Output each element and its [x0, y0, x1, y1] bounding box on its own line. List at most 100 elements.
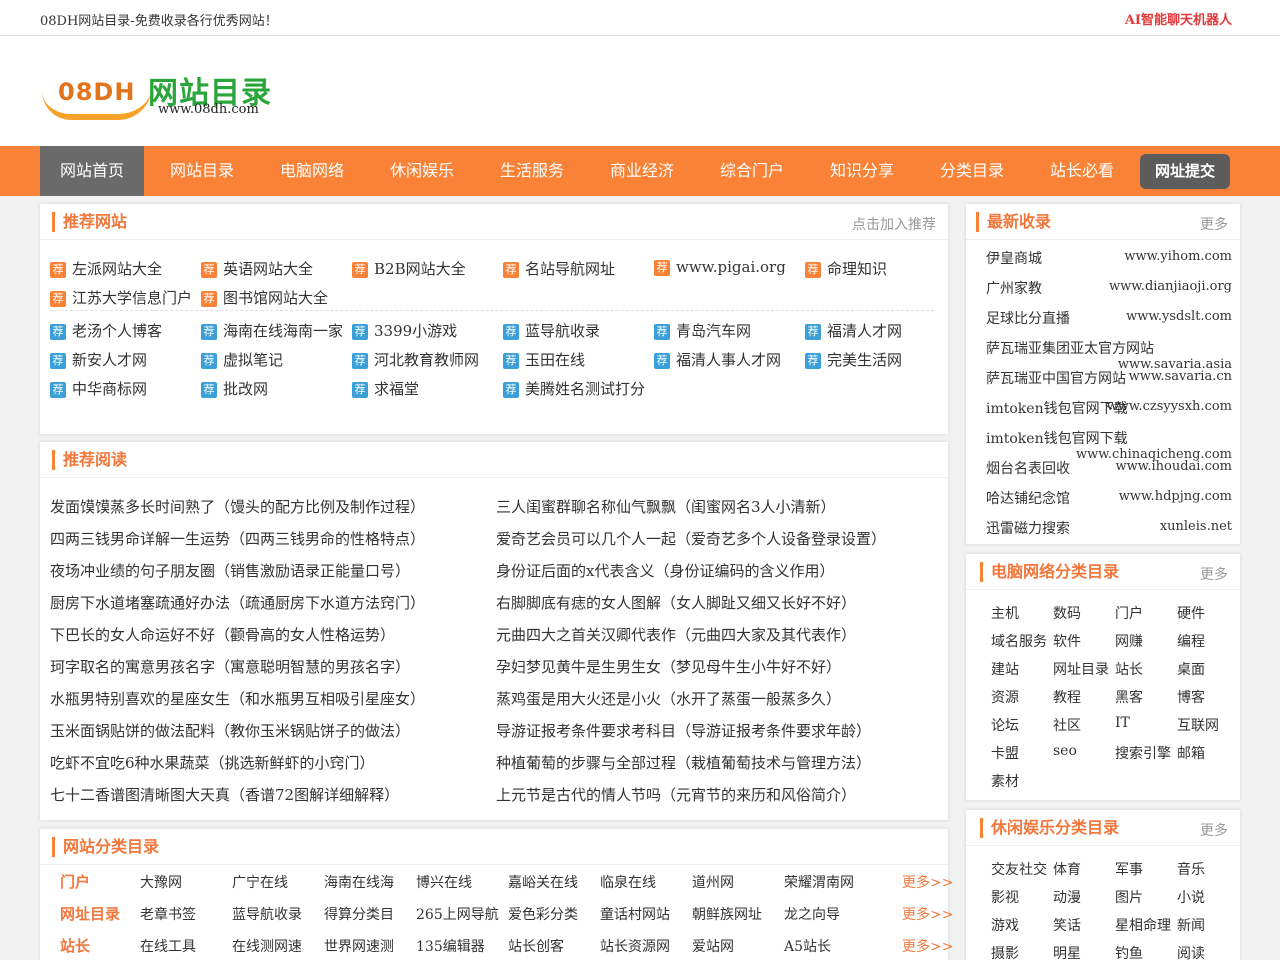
category-site-link[interactable]: 在线测网速: [232, 936, 302, 956]
latest-site-url[interactable]: www.yihom.com: [1124, 249, 1232, 264]
article-link[interactable]: 三人闺蜜群聊名称仙气飘飘（闺蜜网名3人小清新）: [496, 496, 836, 517]
article-link[interactable]: 孕妇梦见黄牛是生男生女（梦见母牛生小牛好不好）: [496, 656, 841, 677]
category-site-link[interactable]: 135编辑器: [416, 936, 485, 956]
category-more-link[interactable]: 更多>>: [902, 936, 953, 956]
computer-category-link[interactable]: 博客: [1177, 687, 1205, 707]
recommended-site-link[interactable]: 荐福清人事人才网: [654, 349, 781, 370]
computer-category-link[interactable]: 邮箱: [1177, 743, 1205, 763]
leisure-category-link[interactable]: 游戏: [991, 915, 1019, 935]
leisure-category-link[interactable]: 阅读: [1177, 943, 1205, 960]
nav-item-directory[interactable]: 网站目录: [150, 146, 254, 196]
computer-category-link[interactable]: 网赚: [1115, 631, 1143, 651]
latest-site-name[interactable]: 迅雷磁力搜索: [986, 518, 1070, 538]
latest-site-url[interactable]: xunleis.net: [1160, 519, 1232, 534]
computer-category-link[interactable]: 域名服务: [991, 631, 1047, 651]
category-site-link[interactable]: 蓝导航收录: [232, 904, 302, 924]
latest-site-url[interactable]: www.ihoudai.com: [1116, 459, 1233, 474]
leisure-category-link[interactable]: 图片: [1115, 887, 1143, 907]
computer-category-link[interactable]: 社区: [1053, 715, 1081, 735]
latest-site-url[interactable]: www.hdpjng.com: [1119, 489, 1232, 504]
ai-chatbot-link[interactable]: AI智能聊天机器人: [1125, 9, 1232, 28]
leisure-category-link[interactable]: 星相命理: [1115, 915, 1171, 935]
recommended-site-link[interactable]: 荐美腾姓名测试打分: [503, 378, 645, 399]
leisure-category-link[interactable]: 明星: [1053, 943, 1081, 960]
category-site-link[interactable]: 得算分类目: [324, 904, 394, 924]
computer-category-link[interactable]: 资源: [991, 687, 1019, 707]
computer-category-link[interactable]: 论坛: [991, 715, 1019, 735]
leisure-category-link[interactable]: 摄影: [991, 943, 1019, 960]
category-more-link[interactable]: 更多>>: [902, 872, 953, 892]
article-link[interactable]: 夜场冲业绩的句子朋友圈（销售激励语录正能量口号）: [50, 560, 410, 581]
latest-site-name[interactable]: 伊皇商城: [986, 248, 1042, 268]
computer-category-link[interactable]: 编程: [1177, 631, 1205, 651]
article-link[interactable]: 玉米面锅贴饼的做法配料（教你玉米锅贴饼子的做法）: [50, 720, 410, 741]
article-link[interactable]: 发面馍馍蒸多长时间熟了（馒头的配方比例及制作过程）: [50, 496, 425, 517]
computer-category-link[interactable]: 建站: [991, 659, 1019, 679]
computer-category-link[interactable]: 教程: [1053, 687, 1081, 707]
latest-site-url[interactable]: www.savaria.cn: [1129, 369, 1232, 384]
featured-site-link[interactable]: 荐 B2B网站大全: [352, 258, 466, 279]
computer-category-link[interactable]: 桌面: [1177, 659, 1205, 679]
article-link[interactable]: 珂字取名的寓意男孩名字（寓意聪明智慧的男孩名字）: [50, 656, 410, 677]
latest-site-name[interactable]: 广州家教: [986, 278, 1042, 298]
article-link[interactable]: 爱奇艺会员可以几个人一起（爱奇艺多个人设备登录设置）: [496, 528, 886, 549]
category-site-link[interactable]: 在线工具: [140, 936, 196, 956]
nav-item-home[interactable]: 网站首页: [40, 146, 144, 196]
latest-site-url[interactable]: www.ysdslt.com: [1126, 309, 1232, 324]
nav-item-portal[interactable]: 综合门户: [700, 146, 804, 196]
category-site-link[interactable]: 站长创客: [508, 936, 564, 956]
recommended-site-link[interactable]: 荐青岛汽车网: [654, 320, 751, 341]
featured-site-link[interactable]: 荐命理知识: [805, 258, 887, 279]
submit-site-button[interactable]: 网址提交: [1140, 154, 1230, 189]
nav-item-knowledge[interactable]: 知识分享: [810, 146, 914, 196]
recommended-site-link[interactable]: 荐老汤个人博客: [50, 320, 162, 341]
computer-category-link[interactable]: 卡盟: [991, 743, 1019, 763]
latest-site-name[interactable]: 足球比分直播: [986, 308, 1070, 328]
leisure-category-link[interactable]: 小说: [1177, 887, 1205, 907]
computer-category-link[interactable]: IT: [1115, 715, 1130, 731]
recommended-site-link[interactable]: 荐福清人才网: [805, 320, 902, 341]
recommended-site-link[interactable]: 荐虚拟笔记: [201, 349, 283, 370]
nav-item-computer[interactable]: 电脑网络: [260, 146, 364, 196]
featured-site-link[interactable]: 荐 www.pigai.org: [654, 258, 786, 276]
computer-category-link[interactable]: seo: [1053, 743, 1077, 759]
nav-item-categories[interactable]: 分类目录: [920, 146, 1024, 196]
recommended-site-link[interactable]: 荐 3399小游戏: [352, 320, 457, 341]
category-label[interactable]: 站长: [60, 935, 90, 956]
nav-item-life[interactable]: 生活服务: [480, 146, 584, 196]
category-site-link[interactable]: 龙之向导: [784, 904, 840, 924]
category-site-link[interactable]: 博兴在线: [416, 872, 472, 892]
computer-category-link[interactable]: 网址目录: [1053, 659, 1109, 679]
category-site-link[interactable]: 朝鲜族网址: [692, 904, 762, 924]
featured-site-link[interactable]: 荐江苏大学信息门户: [50, 287, 192, 308]
leisure-category-link[interactable]: 笑话: [1053, 915, 1081, 935]
leisure-category-link[interactable]: 交友社交: [991, 859, 1047, 879]
leisure-category-link[interactable]: 体育: [1053, 859, 1081, 879]
nav-item-business[interactable]: 商业经济: [590, 146, 694, 196]
recommended-site-link[interactable]: 荐玉田在线: [503, 349, 585, 370]
computer-category-link[interactable]: 主机: [991, 603, 1019, 623]
site-logo[interactable]: 08DH 网站目录 www.08dh.com: [40, 66, 280, 126]
category-site-link[interactable]: 海南在线海: [324, 872, 394, 892]
category-site-link[interactable]: 爱站网: [692, 936, 734, 956]
category-site-link[interactable]: 老章书签: [140, 904, 196, 924]
computer-category-link[interactable]: 门户: [1115, 603, 1143, 623]
article-link[interactable]: 导游证报考条件要求考科目（导游证报考条件要求年龄）: [496, 720, 871, 741]
featured-site-link[interactable]: 荐名站导航网址: [503, 258, 615, 279]
category-site-link[interactable]: 265上网导航: [416, 904, 499, 924]
featured-site-link[interactable]: 荐英语网站大全: [201, 258, 313, 279]
article-link[interactable]: 水瓶男特别喜欢的星座女生（和水瓶男互相吸引星座女）: [50, 688, 425, 709]
category-site-link[interactable]: 站长资源网: [600, 936, 670, 956]
nav-item-leisure[interactable]: 休闲娱乐: [370, 146, 474, 196]
latest-site-name[interactable]: 萨瓦瑞亚集团亚太官方网站: [986, 338, 1154, 358]
leisure-category-link[interactable]: 动漫: [1053, 887, 1081, 907]
computer-category-link[interactable]: 搜索引擎: [1115, 743, 1171, 763]
join-recommend-link[interactable]: 点击加入推荐: [852, 214, 936, 234]
recommended-site-link[interactable]: 荐求福堂: [352, 378, 419, 399]
leisure-category-link[interactable]: 钓鱼: [1115, 943, 1143, 960]
more-link[interactable]: 更多: [1200, 820, 1228, 840]
category-more-link[interactable]: 更多>>: [902, 904, 953, 924]
category-site-link[interactable]: 荣耀渭南网: [784, 872, 854, 892]
article-link[interactable]: 蒸鸡蛋是用大火还是小火（水开了蒸蛋一般蒸多久）: [496, 688, 841, 709]
computer-category-link[interactable]: 互联网: [1177, 715, 1219, 735]
